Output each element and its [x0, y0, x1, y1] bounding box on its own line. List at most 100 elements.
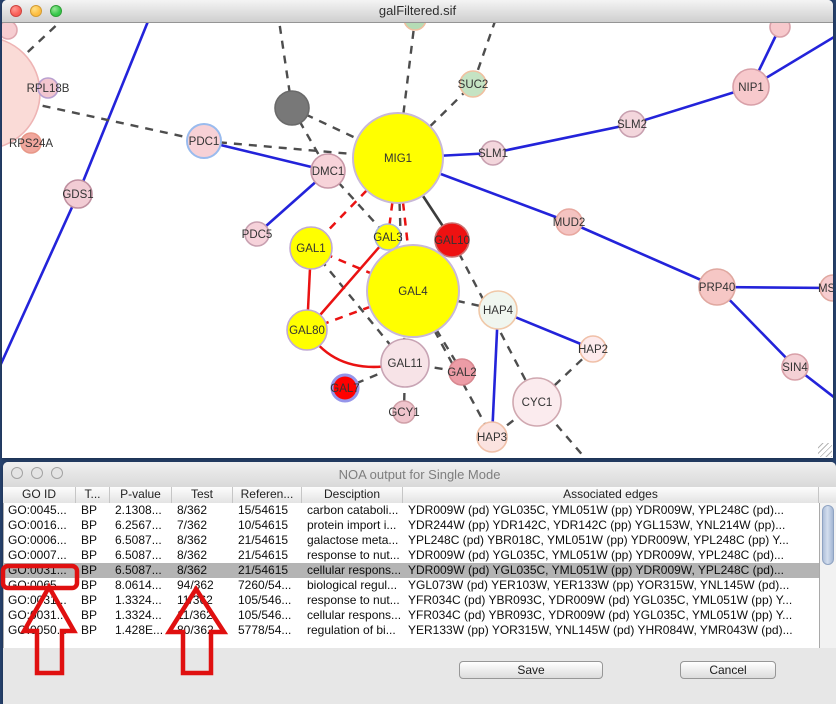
node-label-RPL18B: RPL18B: [27, 83, 70, 95]
table-cell: YDR009W (pd) YGL035C, YML051W (pp) YDR00…: [404, 563, 819, 578]
zoom-button[interactable]: [50, 5, 62, 17]
table-cell: YGL073W (pd) YER103W, YER133W (pp) YOR31…: [404, 578, 819, 593]
table-row-2[interactable]: GO:0006...BP6.5087...8/36221/54615galact…: [4, 533, 819, 548]
node-label-GAL80: GAL80: [289, 325, 325, 337]
column-header-6[interactable]: Associated edges: [403, 487, 819, 503]
vertical-scrollbar[interactable]: [819, 503, 836, 648]
table-cell: 10/54615: [234, 518, 303, 533]
column-header-3[interactable]: Test: [172, 487, 233, 503]
edge-SLM1-SLM2[interactable]: [493, 124, 632, 153]
table-cell: regulation of bi...: [303, 623, 404, 638]
table-cell: carbon cataboli...: [303, 503, 404, 518]
node-label-PRP40: PRP40: [699, 282, 735, 294]
network-window: galFiltered.sif RPL18B RPS24A PDC1 GDS1 DMC1…: [2, 0, 833, 458]
close-button-inactive[interactable]: [11, 467, 23, 479]
node-label-GDS1: GDS1: [62, 189, 93, 201]
edge-MUD2-PRP40[interactable]: [569, 222, 717, 287]
edge-GDS1-pt[interactable]: [2, 194, 78, 366]
table-row-7[interactable]: GO:0031...BP1.3324...11/362105/546...cel…: [4, 608, 819, 623]
table-row-5[interactable]: GO:0065...BP8.0614...94/3627260/54...bio…: [4, 578, 819, 593]
node-label-GCY1: GCY1: [388, 407, 419, 419]
node-label-GAL1: GAL1: [296, 243, 325, 255]
node-PINK2[interactable]: [770, 23, 790, 37]
table-cell: response to nut...: [303, 593, 404, 608]
table-cell: BP: [77, 518, 111, 533]
column-header-1[interactable]: T...: [76, 487, 110, 503]
node-label-GAL4: GAL4: [398, 286, 428, 298]
node-PINK1[interactable]: [2, 23, 17, 39]
save-button[interactable]: Save: [459, 661, 603, 679]
node-label-RPS24A: RPS24A: [9, 138, 53, 150]
table-body: GO:0045...BP2.1308...8/36215/54615carbon…: [3, 503, 819, 648]
table-cell: 11/362: [173, 593, 234, 608]
noa-output-window: NOA output for Single Mode GO IDT...P-va…: [3, 462, 836, 704]
node-label-HAP2: HAP2: [578, 344, 608, 356]
column-header-5[interactable]: Desciption: [302, 487, 403, 503]
table-cell: BP: [77, 533, 111, 548]
table-cell: YDR009W (pd) YGL035C, YML051W (pp) YDR00…: [404, 548, 819, 563]
minimize-button[interactable]: [30, 5, 42, 17]
table-cell: GO:0016...: [4, 518, 77, 533]
node-label-GAL2: GAL2: [447, 367, 476, 379]
node-GRAY1[interactable]: [275, 91, 309, 125]
table-cell: 7260/54...: [234, 578, 303, 593]
node-label-PDC1: PDC1: [189, 136, 220, 148]
noa-window-title: NOA output for Single Mode: [3, 462, 836, 487]
node-label-DMC1: DMC1: [312, 166, 345, 178]
column-header-0[interactable]: GO ID: [3, 487, 76, 503]
table-cell: galactose meta...: [303, 533, 404, 548]
table-cell: 105/546...: [234, 608, 303, 623]
node-label-GAL3: GAL3: [373, 232, 402, 244]
table-cell: GO:0031...: [4, 593, 77, 608]
zoom-button-inactive[interactable]: [51, 467, 63, 479]
column-header-4[interactable]: Referen...: [233, 487, 302, 503]
table-cell: 1.428E...: [111, 623, 173, 638]
node-label-MUD2: MUD2: [553, 217, 586, 229]
table-row-0[interactable]: GO:0045...BP2.1308...8/36215/54615carbon…: [4, 503, 819, 518]
scrollbar-thumb[interactable]: [822, 505, 834, 565]
table-row-4[interactable]: GO:0031...BP6.5087...8/36221/54615cellul…: [4, 563, 819, 578]
node-label-HAP3: HAP3: [477, 432, 507, 444]
table-cell: response to nut...: [303, 548, 404, 563]
table-row-3[interactable]: GO:0007...BP6.5087...8/36221/54615respon…: [4, 548, 819, 563]
node-label-NIP1: NIP1: [738, 82, 764, 94]
table-cell: 8/362: [173, 533, 234, 548]
minimize-button-inactive[interactable]: [31, 467, 43, 479]
node-label-SIN4: SIN4: [782, 362, 808, 374]
table-cell: GO:0045...: [4, 503, 77, 518]
network-window-titlebar[interactable]: galFiltered.sif: [2, 0, 833, 23]
node-label-GAL10: GAL10: [434, 235, 470, 247]
table-cell: BP: [77, 608, 111, 623]
table-cell: 80/362: [173, 623, 234, 638]
column-header-2[interactable]: P-value: [110, 487, 172, 503]
network-canvas[interactable]: RPL18BRPS24APDC1GDS1DMC1MIG1SUC2SLM1SLM2…: [2, 23, 833, 458]
cancel-button[interactable]: Cancel: [680, 661, 776, 679]
table-cell: 8/362: [173, 503, 234, 518]
table-header: GO IDT...P-valueTestReferen...Desciption…: [3, 487, 836, 504]
table-cell: 11/362: [173, 608, 234, 623]
table-row-1[interactable]: GO:0016...BP6.2567...7/36210/54615protei…: [4, 518, 819, 533]
table-cell: GO:0050...: [4, 623, 77, 638]
noa-window-titlebar[interactable]: NOA output for Single Mode: [3, 462, 836, 488]
node-label-SLM2: SLM2: [617, 119, 647, 131]
table-row-8[interactable]: GO:0050...BP1.428E...80/3625778/54...reg…: [4, 623, 819, 638]
table-cell: protein import i...: [303, 518, 404, 533]
table-cell: BP: [77, 548, 111, 563]
table-row-6[interactable]: GO:0031...BP1.3324...11/362105/546...res…: [4, 593, 819, 608]
table-cell: BP: [77, 503, 111, 518]
node-label-HAP4: HAP4: [483, 305, 514, 317]
edge-pt-GDS1[interactable]: [78, 23, 153, 194]
table-cell: 2.1308...: [111, 503, 173, 518]
close-button[interactable]: [10, 5, 22, 17]
node-GREEN2[interactable]: [404, 23, 426, 30]
table-cell: 8/362: [173, 563, 234, 578]
network-window-title: galFiltered.sif: [2, 0, 833, 22]
node-label-MSL5: MSL5: [818, 283, 833, 295]
table-cell: 21/54615: [234, 533, 303, 548]
table-cell: 6.5087...: [111, 563, 173, 578]
table-cell: biological regul...: [303, 578, 404, 593]
resize-grip[interactable]: [818, 443, 832, 457]
table-cell: 8.0614...: [111, 578, 173, 593]
table-cell: GO:0031...: [4, 563, 77, 578]
node-label-GAL11: GAL11: [388, 358, 423, 370]
